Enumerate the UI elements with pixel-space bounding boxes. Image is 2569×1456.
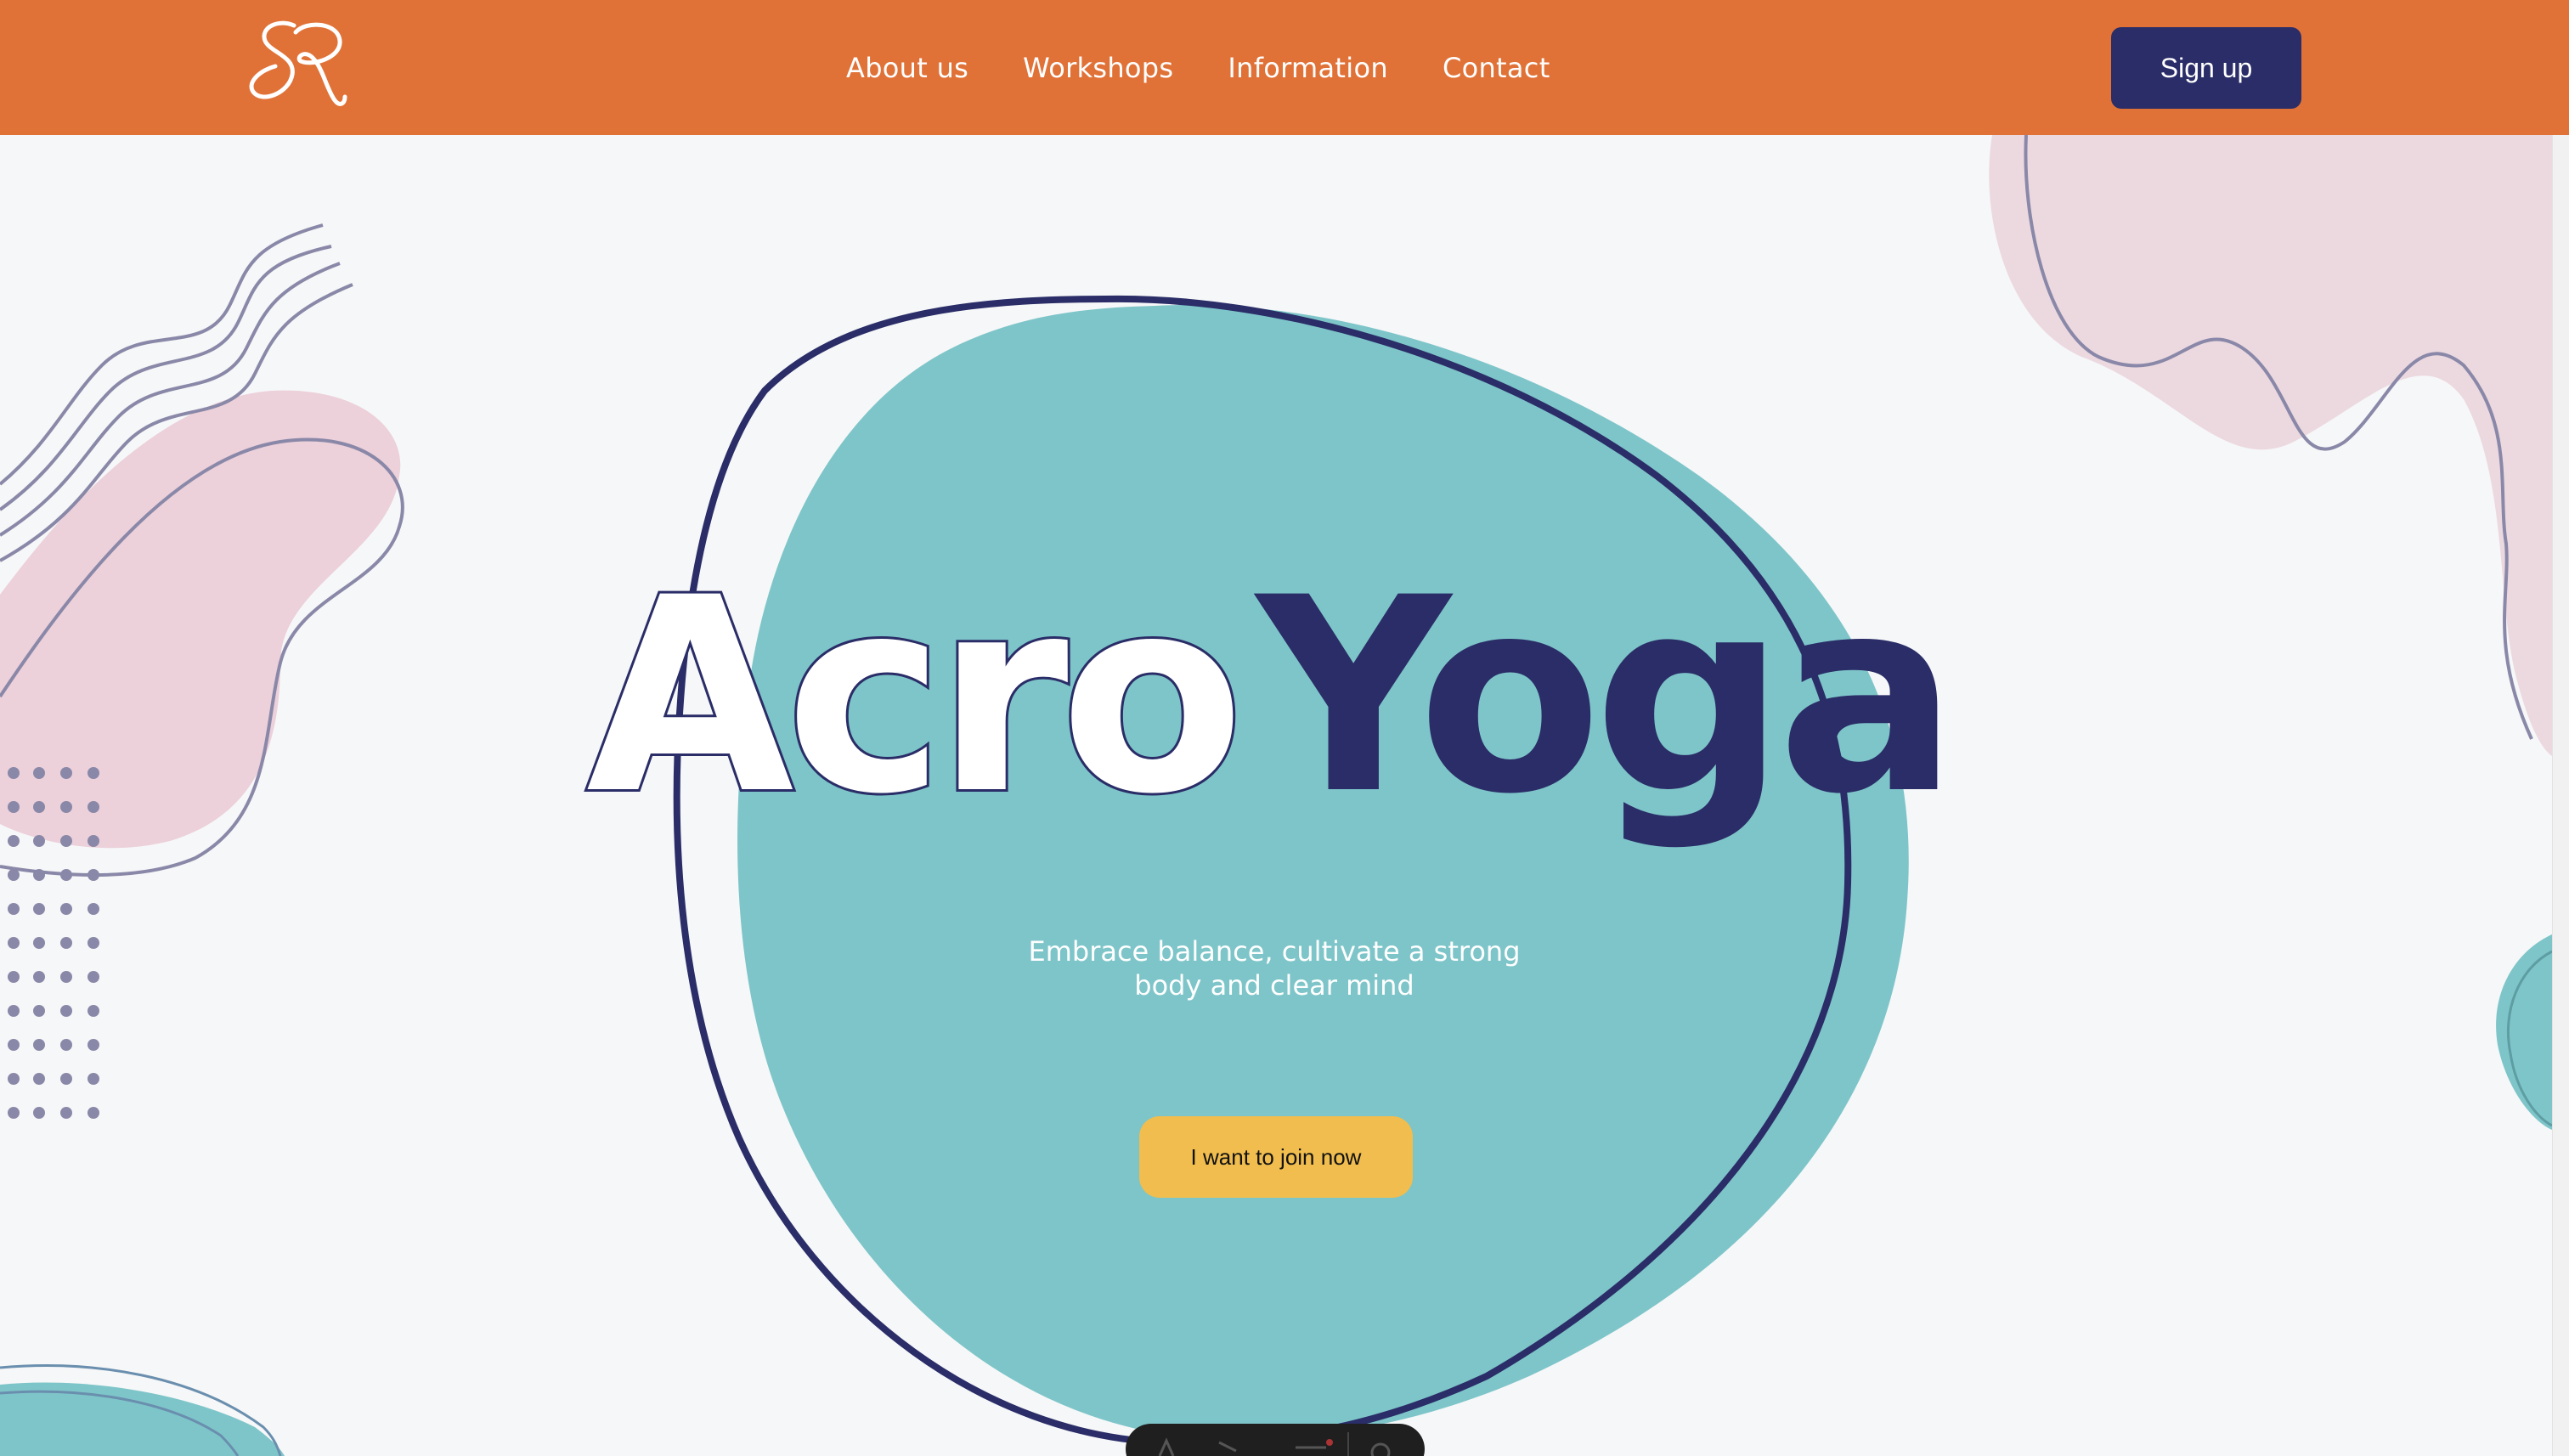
site-header: About us Workshops Information Contact S…: [0, 0, 2569, 135]
hero-title: Acro Yoga: [584, 540, 1958, 853]
toolbar-icons: [1158, 1432, 1391, 1456]
sr-monogram-icon[interactable]: [245, 15, 350, 116]
join-now-button[interactable]: I want to join now: [1139, 1116, 1413, 1198]
hero-title-yoga: Yoga: [1256, 540, 1958, 853]
nav-about-us[interactable]: About us: [846, 48, 968, 88]
signup-button[interactable]: Sign up: [2111, 27, 2301, 109]
hero-tagline-line-2: body and clear mind: [1134, 969, 1414, 1002]
main-teal-blob: [737, 305, 1909, 1440]
teal-blob-bottom-left: [0, 1382, 285, 1456]
nav-workshops[interactable]: Workshops: [1023, 48, 1173, 88]
page-scrollbar[interactable]: [2552, 135, 2569, 1456]
teal-sliver-right: [2496, 934, 2552, 1130]
hero-tagline: Embrace balance, cultivate a strong body…: [934, 934, 1614, 1002]
nav-information[interactable]: Information: [1228, 48, 1388, 88]
main-nav: About us Workshops Information Contact: [846, 48, 1550, 88]
hero-tagline-line-1: Embrace balance, cultivate a strong: [1028, 935, 1521, 968]
hero-title-acro: Acro: [584, 540, 1247, 853]
nav-contact[interactable]: Contact: [1443, 48, 1550, 88]
toolbar-dock[interactable]: [1126, 1424, 1425, 1456]
pink-blob-left: [0, 390, 401, 849]
page: About us Workshops Information Contact S…: [0, 0, 2569, 1456]
pink-blob-top-right: [1989, 135, 2552, 756]
